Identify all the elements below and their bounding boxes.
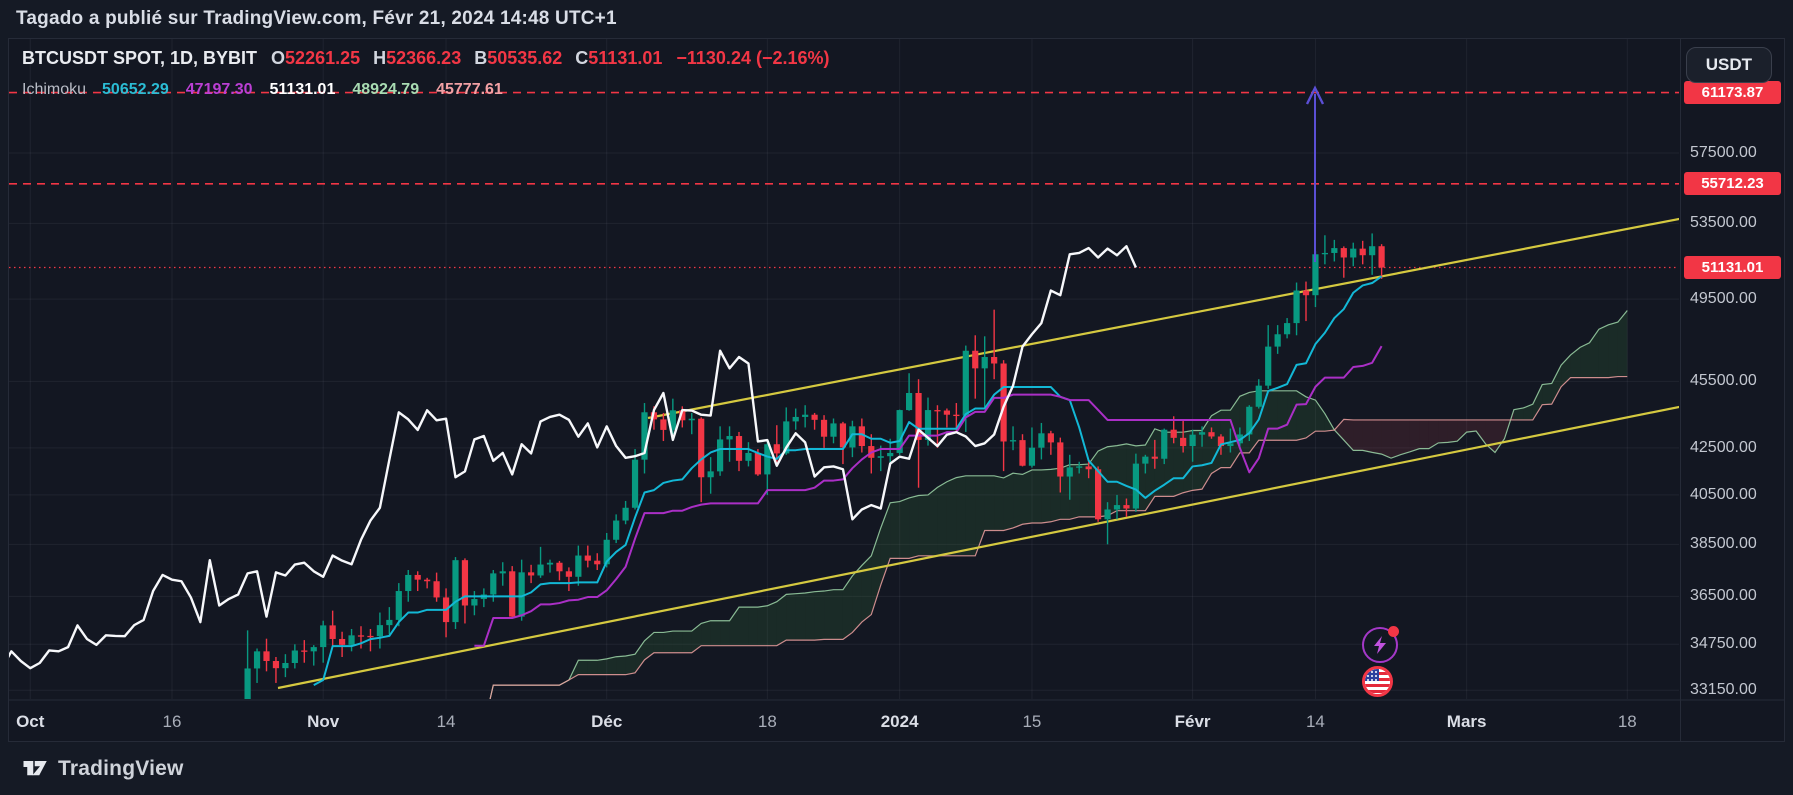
footer: TradingView [0,742,1793,795]
chart-legend: BTCUSDT SPOT, 1D, BYBIT O52261.25 H52366.… [22,46,830,100]
us-flag-icon[interactable] [1362,666,1393,697]
price-tick-label: 53500.00 [1690,214,1757,232]
price-line-chip: 55712.23 [1684,171,1781,195]
time-tick-label: 16 [162,712,182,731]
symbol-legend-row[interactable]: BTCUSDT SPOT, 1D, BYBIT O52261.25 H52366.… [22,46,830,70]
currency-toggle-button[interactable]: USDT [1685,47,1772,83]
symbol-title[interactable]: BTCUSDT SPOT, 1D, BYBIT [22,48,257,69]
price-tick-label: 40500.00 [1690,485,1757,503]
indicator-value: 47197.30 [185,81,253,98]
price-tick-label: 36500.00 [1690,587,1757,605]
time-tick-label: Nov [307,712,340,731]
flash-event-icon[interactable] [1362,626,1399,663]
ohlc-pair: O52261.25 [271,47,361,68]
price-tick-label: 45500.00 [1690,372,1757,390]
price-tick-label: 49500.00 [1690,290,1757,308]
time-tick-label: 2024 [880,712,919,731]
time-tick-label: 18 [1617,712,1637,731]
tradingview-brand-text[interactable]: TradingView [58,757,184,781]
indicator-legend-row[interactable]: Ichimoku 50652.29 47197.30 51131.01 48924.7… [22,80,830,100]
chart-surface[interactable] [0,0,1793,795]
indicator-value: 48924.79 [352,81,420,98]
tradingview-logo-icon[interactable] [22,757,49,780]
time-tick-label: 18 [757,712,777,731]
indicator-value: 45777.61 [436,81,503,98]
time-tick-label: Févr [1174,712,1211,731]
time-tick-label: 14 [1305,712,1325,731]
flag-canton [1365,669,1379,681]
indicator-name[interactable]: Ichimoku [22,81,86,99]
ohlc-pair: H52366.23 [373,47,462,68]
time-tick-label: Déc [591,712,623,731]
price-tick-label: 57500.00 [1690,144,1757,161]
price-tick-label: 33150.00 [1690,681,1757,699]
price-tick-label: 38500.00 [1690,535,1757,553]
time-tick-label: 14 [436,712,456,731]
ohlc-values: O52261.25 H52366.23 B50535.62 C51131.01 [271,48,662,69]
price-line-chip: 51131.01 [1684,255,1781,279]
indicator-value: 50652.29 [102,81,169,98]
time-tick-label: 15 [1022,712,1042,731]
price-tick-label: 34750.00 [1690,635,1757,653]
ohlc-pair: B50535.62 [474,47,563,68]
indicator-value: 51131.01 [269,81,336,98]
change-value: −1130.24 (−2.16%) [676,47,830,68]
price-tick-label: 42500.00 [1690,438,1757,456]
indicator-values: 50652.29 47197.30 51131.01 48924.79 45777.61 [102,81,503,99]
price-line-chip: 61173.87 [1684,80,1781,104]
time-tick-label: Oct [16,712,45,731]
ohlc-pair: C51131.01 [575,47,663,68]
time-tick-label: Mars [1446,712,1487,731]
